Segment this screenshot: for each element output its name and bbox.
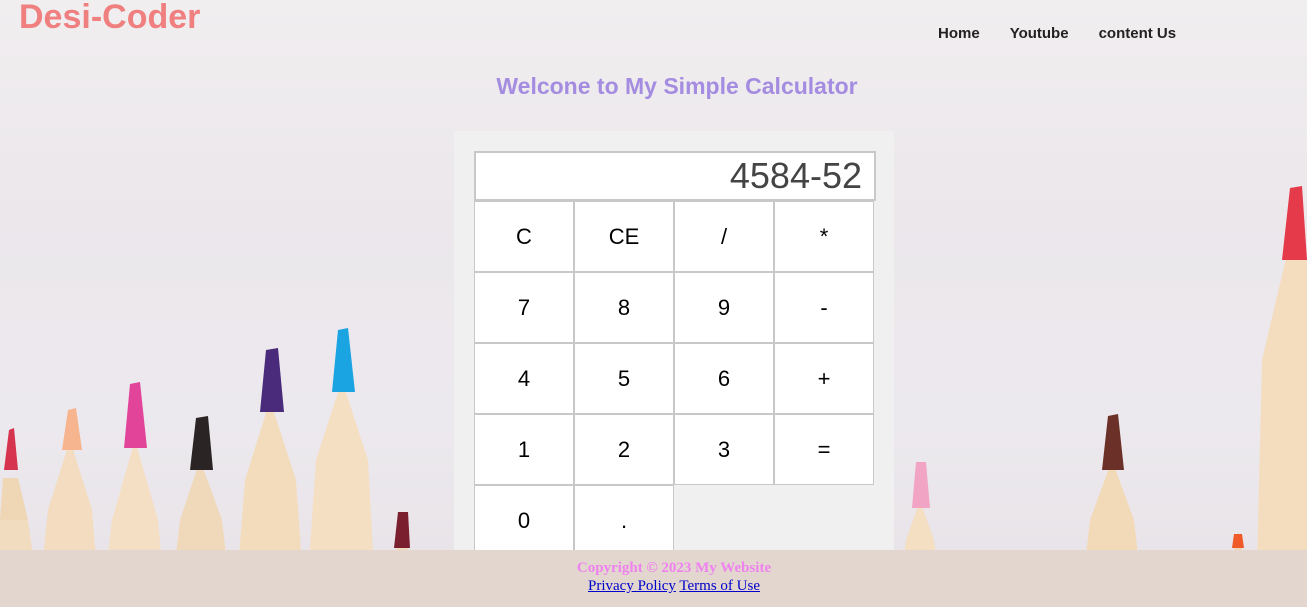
site-logo[interactable]: Desi-Coder: [19, 0, 200, 37]
key-clear-entry[interactable]: CE: [574, 201, 674, 272]
main-nav: Home Youtube content Us: [938, 25, 1206, 42]
key-plus[interactable]: +: [774, 343, 874, 414]
nav-link-home[interactable]: Home: [938, 25, 980, 42]
key-6[interactable]: 6: [674, 343, 774, 414]
footer-links: Privacy Policy Terms of Use: [0, 578, 1307, 595]
calculator: 4584-52 C CE / * 7 8 9 - 4 5 6 + 1 2 3 =…: [454, 131, 894, 556]
key-2[interactable]: 2: [574, 414, 674, 485]
key-3[interactable]: 3: [674, 414, 774, 485]
key-7[interactable]: 7: [474, 272, 574, 343]
calculator-display[interactable]: 4584-52: [474, 151, 876, 201]
key-1[interactable]: 1: [474, 414, 574, 485]
welcome-heading: Welcone to My Simple Calculator: [496, 73, 858, 99]
terms-of-use-link[interactable]: Terms of Use: [679, 578, 760, 594]
nav-link-contact[interactable]: content Us: [1099, 25, 1177, 42]
key-clear[interactable]: C: [474, 201, 574, 272]
nav-link-youtube[interactable]: Youtube: [1010, 25, 1069, 42]
display-value: 4584-52: [729, 155, 862, 196]
key-multiply[interactable]: *: [774, 201, 874, 272]
key-0[interactable]: 0: [474, 485, 574, 556]
header: Desi-Coder Home Youtube content Us: [0, 0, 1307, 60]
key-divide[interactable]: /: [674, 201, 774, 272]
footer: Copyright © 2023 My Website Privacy Poli…: [0, 550, 1307, 607]
key-decimal[interactable]: .: [574, 485, 674, 556]
key-4[interactable]: 4: [474, 343, 574, 414]
key-9[interactable]: 9: [674, 272, 774, 343]
key-equals[interactable]: =: [774, 414, 874, 485]
key-5[interactable]: 5: [574, 343, 674, 414]
copyright-text: Copyright © 2023 My Website: [576, 560, 772, 576]
key-8[interactable]: 8: [574, 272, 674, 343]
key-minus[interactable]: -: [774, 272, 874, 343]
privacy-policy-link[interactable]: Privacy Policy: [588, 578, 676, 594]
